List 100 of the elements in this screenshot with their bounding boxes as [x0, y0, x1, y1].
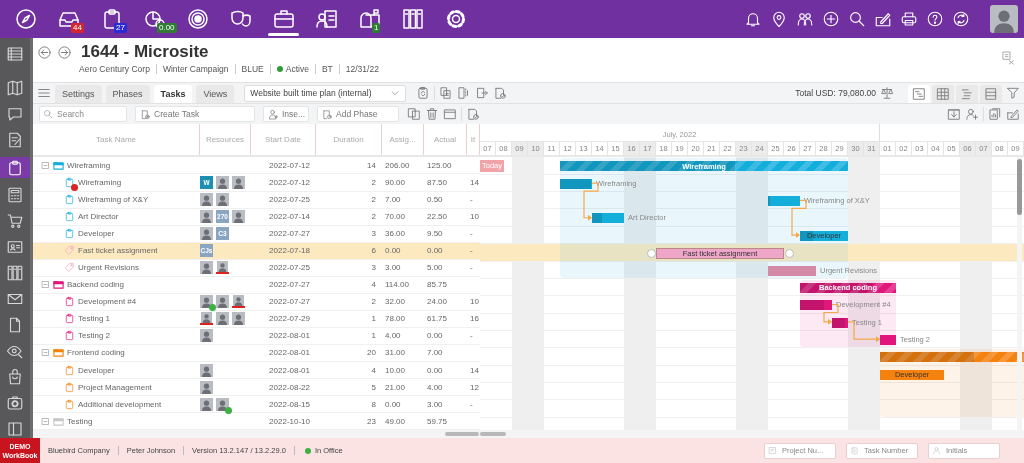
table-cell-text: 2022-07-25 [268, 195, 311, 205]
table-cell-text: 2022-07-29 [268, 314, 311, 324]
team-clipboard-icon[interactable] [314, 7, 339, 31]
bell-icon[interactable] [744, 10, 762, 28]
user-add-icon[interactable] [965, 107, 979, 121]
people-icon[interactable] [796, 10, 814, 28]
refresh-icon[interactable] [952, 10, 970, 28]
briefcase-icon[interactable] [271, 7, 296, 31]
table-cell-text: 0.00 [426, 246, 444, 256]
create-task-button[interactable]: Create Task [135, 106, 255, 122]
drag-handle[interactable] [785, 249, 794, 259]
table-cell-text: 0.00 [384, 399, 402, 409]
tab[interactable]: Tasks [153, 85, 193, 103]
search-icon[interactable] [848, 10, 866, 28]
clipboard-refresh-icon[interactable] [416, 86, 431, 100]
target-icon[interactable] [185, 7, 210, 31]
table-cell-text: 59.75 [426, 416, 449, 426]
task-bar[interactable] [800, 300, 832, 311]
menu-icon[interactable] [37, 86, 51, 100]
table-cell-text: 2022-08-01 [268, 331, 311, 341]
tab[interactable]: Phases [105, 85, 150, 103]
doc-chart-icon[interactable] [988, 107, 1002, 121]
table-cell-text: 4.00 [384, 331, 402, 341]
view-toggle[interactable] [932, 85, 954, 103]
table-row[interactable]: Urgent Revisions 2022-07-25 3 3.00 5.00 - [33, 259, 480, 277]
map-pin-icon[interactable] [770, 10, 788, 28]
assign-icon[interactable] [1000, 50, 1016, 66]
printer-icon[interactable] [900, 10, 918, 28]
table-row[interactable]: Testing 2 2022-08-01 1 4.00 0.00 - [33, 327, 480, 345]
panel-icon [6, 420, 24, 438]
chevron-icon [390, 88, 401, 98]
view-toggle[interactable] [956, 85, 978, 103]
scale-icon[interactable] [880, 86, 894, 100]
table-cell-text: 3.00 [426, 399, 444, 409]
table-row[interactable]: Testing 1 2022-07-29 1 78.00 61.75 16 [33, 310, 480, 328]
list-icon [6, 45, 24, 63]
table-row[interactable]: Developer 2022-08-01 4 10.00 0.00 14 [33, 362, 480, 380]
scrollbar-thumb[interactable] [480, 432, 506, 437]
task-bar[interactable] [592, 213, 624, 224]
task-bar[interactable] [880, 334, 896, 345]
table-row[interactable]: Backend coding 2022-07-27 4 114.00 85.75 [33, 276, 480, 294]
tab[interactable]: Settings [55, 85, 102, 103]
approve-icon[interactable] [466, 107, 480, 121]
task-bar[interactable] [832, 317, 848, 328]
table-cell-text: 31.00 [384, 348, 407, 358]
table-row[interactable]: Frontend coding 2022-08-01 20 31.00 7.00 [33, 344, 480, 362]
back-icon[interactable] [37, 44, 52, 60]
tab[interactable]: Views [196, 85, 235, 103]
filter-icon[interactable] [1006, 86, 1020, 100]
scrollbar-thumb[interactable] [445, 432, 479, 437]
ticket-bar[interactable] [768, 265, 816, 276]
table-cell-text: 0.00 [426, 365, 444, 375]
table-cell-text: 4 [370, 280, 377, 290]
table-row[interactable]: Wireframing 2022-07-12 14 206.00 125.00 [33, 157, 480, 175]
drag-handle[interactable] [647, 249, 656, 259]
compass-icon[interactable] [13, 7, 38, 31]
table-cell-text: 23 [366, 416, 377, 426]
help-icon[interactable] [926, 10, 944, 28]
clock-plus-icon[interactable] [822, 10, 840, 28]
table-row[interactable]: Additional development 2022-08-15 8 0.00 3.00 - [33, 396, 480, 414]
task-name: Project Management [78, 382, 152, 392]
export-icon[interactable] [475, 86, 490, 100]
count-badge: 44 [71, 23, 84, 33]
view-toggle[interactable] [908, 85, 930, 103]
download-icon[interactable] [947, 107, 961, 121]
table-cell-text: 2022-07-12 [268, 160, 311, 170]
task-name: Wireframing [78, 178, 122, 187]
window-icon[interactable] [443, 107, 457, 121]
table-cell-text: 2022-08-15 [268, 399, 311, 409]
documents-icon[interactable] [439, 86, 454, 100]
trash-icon[interactable] [425, 107, 439, 121]
table-cell-text: 2022-08-22 [268, 382, 311, 392]
search-field[interactable]: Search [39, 106, 127, 122]
copy-icon[interactable] [407, 107, 421, 121]
meta-text: Aero Century Corp [79, 64, 150, 74]
table-row[interactable]: Development #4 2022-07-27 2 32.00 24.00 10 [33, 293, 480, 311]
mailbox-icon[interactable] [357, 7, 382, 31]
binders-icon[interactable] [400, 7, 425, 31]
table-cell-text: 125.00 [426, 160, 453, 170]
table-cell-text: 10 [469, 297, 480, 307]
cart-icon [6, 212, 24, 230]
table-row[interactable]: Wireframing of X&Y 2022-07-25 2 7.00 0.50 - [33, 191, 480, 209]
forward-icon[interactable] [57, 44, 72, 60]
plan-dropdown[interactable]: Website built time plan (internal) [244, 84, 407, 102]
add-phase-button[interactable]: Add Phase [317, 106, 399, 122]
task-name: Additional development [78, 399, 162, 409]
table-cell-text: - [469, 195, 474, 205]
task-bar[interactable] [560, 178, 592, 189]
table-row[interactable]: Project Management 2022-08-22 5 21.00 4.00 12 [33, 379, 480, 397]
view-toggle[interactable] [980, 85, 1002, 103]
scrollbar-thumb[interactable] [1017, 159, 1022, 216]
create-icon [140, 108, 151, 120]
approve-icon[interactable] [493, 86, 508, 100]
insert-button[interactable]: Inse... [263, 106, 309, 122]
meta-text: BT [321, 64, 333, 74]
task-bar[interactable] [768, 196, 800, 207]
edit-icon[interactable] [874, 10, 892, 28]
table-cell-text: 12 [469, 382, 480, 392]
table-cell-text: 36.00 [384, 229, 407, 239]
sidebar-item[interactable] [0, 157, 30, 178]
